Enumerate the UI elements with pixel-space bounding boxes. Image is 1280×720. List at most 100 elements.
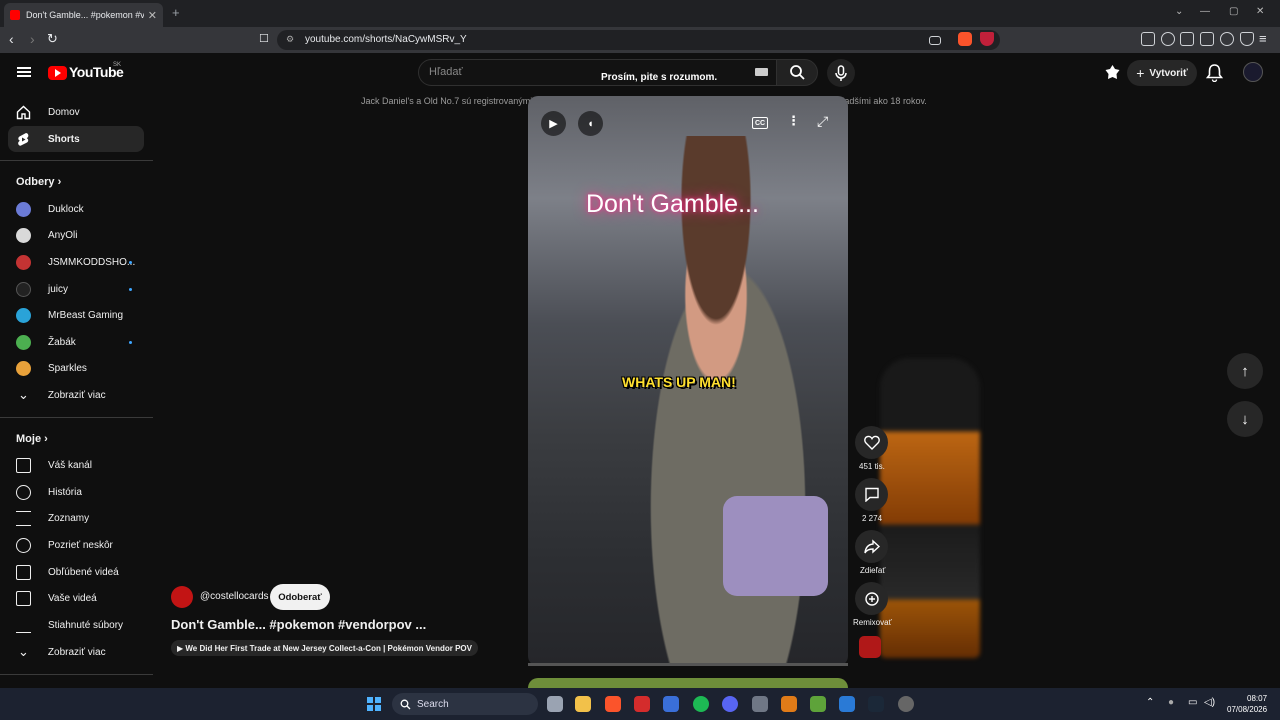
channel-avatar[interactable] (171, 586, 193, 608)
sidebar-item-label: JSMMKODDSHO... (48, 256, 136, 268)
like-button[interactable] (855, 426, 888, 459)
create-button[interactable]: + Vytvoriť (1127, 60, 1197, 86)
sidebar-item-label: Zoznamy (48, 512, 90, 524)
maximize-icon[interactable]: ▢ (1229, 6, 1238, 17)
sidebar-item-history[interactable]: História (8, 479, 144, 505)
next-short-preview[interactable] (528, 678, 848, 688)
sidebar-item-subscription[interactable]: JSMMKODDSHO... (8, 249, 144, 275)
wallet-icon[interactable] (1200, 32, 1214, 46)
region-code: SK (113, 62, 122, 68)
app-icon[interactable] (898, 696, 914, 712)
sidebar-item-subscription[interactable]: juicy (8, 276, 144, 302)
next-short-button[interactable]: ↓ (1227, 401, 1263, 437)
new-tab-icon[interactable]: + (172, 5, 180, 20)
sidebar-item-your-videos[interactable]: Vaše videá (8, 585, 144, 611)
sidebar-item-subscription[interactable]: AnyOli (8, 222, 144, 248)
forward-icon[interactable]: › (30, 31, 35, 47)
channel-handle[interactable]: @costellocards (200, 591, 269, 602)
back-icon[interactable]: ‹ (9, 31, 14, 47)
sidebar-item-subscription[interactable]: Žabák (8, 329, 144, 355)
sidebar-divider (0, 160, 153, 161)
remix-button[interactable] (855, 582, 888, 615)
app-icon[interactable] (752, 696, 768, 712)
share-button[interactable] (855, 530, 888, 563)
minimize-icon[interactable]: — (1200, 6, 1210, 17)
show-hidden-icons-icon[interactable]: ⌃ (1146, 697, 1154, 708)
sidebar-item-subscription[interactable]: Duklock (8, 196, 144, 222)
notifications-bell-icon[interactable] (1206, 63, 1223, 82)
more-options-icon[interactable]: ⋮ (787, 113, 800, 129)
leo-ai-icon[interactable] (1220, 32, 1234, 46)
app-icon[interactable] (663, 696, 679, 712)
sidebar-item-label: Zobraziť viac (47, 389, 106, 401)
reload-icon[interactable]: ↻ (47, 31, 58, 47)
search-button[interactable] (776, 59, 818, 86)
task-view-icon[interactable] (547, 696, 563, 712)
related-video-link[interactable]: ▶ We Did Her First Trade at New Jersey C… (171, 640, 478, 656)
close-window-icon[interactable]: ✕ (1256, 6, 1264, 17)
create-shorts-icon[interactable] (1104, 64, 1121, 81)
tab-search-icon[interactable]: ⌄ (1175, 6, 1183, 17)
sidebar-item-liked-videos[interactable]: Obľúbené videá (8, 559, 144, 585)
app-icon[interactable] (839, 696, 855, 712)
site-info-icon[interactable]: ⚙ (286, 34, 294, 45)
video-frame-bag (723, 496, 828, 596)
vpn-icon[interactable] (1240, 32, 1254, 46)
discord-icon[interactable] (722, 696, 738, 712)
youtube-logo-icon[interactable] (48, 66, 67, 80)
sidebar-item-shorts[interactable]: Shorts (8, 126, 144, 152)
account-avatar[interactable] (1243, 62, 1263, 82)
closed-captions-icon[interactable]: CC (752, 117, 768, 129)
sidebar-item-show-more[interactable]: ⌄ Zobraziť viac (8, 639, 144, 665)
system-clock[interactable]: 08:07 07/08/2026 (1227, 693, 1267, 715)
volume-button[interactable]: ◖ (578, 111, 603, 136)
video-progress-bar[interactable] (528, 663, 848, 666)
sidebar-icon[interactable] (1180, 32, 1194, 46)
search-input[interactable] (418, 59, 779, 86)
voice-search-button[interactable] (827, 59, 855, 87)
sidebar-item-watch-later[interactable]: Pozrieť neskôr (8, 532, 144, 558)
bookmark-icon[interactable]: ☐ (259, 32, 269, 45)
fullscreen-icon[interactable]: ⤢ (817, 113, 828, 130)
sidebar-item-home[interactable]: Domov (8, 99, 144, 125)
sidebar-item-show-more[interactable]: ⌄ Zobraziť viac (8, 382, 144, 408)
play-button[interactable]: ▶ (541, 111, 566, 136)
extensions-icon[interactable] (1141, 32, 1155, 46)
menu-icon[interactable]: ≡ (1259, 31, 1267, 46)
volume-icon[interactable]: ◁) (1204, 697, 1215, 708)
video-title-overlay: Don't Gamble... (586, 190, 759, 218)
short-title[interactable]: Don't Gamble... #pokemon #vendorpov ... (171, 617, 426, 632)
sidebar-item-your-channel[interactable]: Váš kanál (8, 452, 144, 478)
sidebar-item-playlists[interactable]: Zoznamy (8, 505, 144, 531)
hamburger-menu-icon[interactable] (17, 67, 31, 77)
file-explorer-icon[interactable] (575, 696, 591, 712)
you-heading[interactable]: Moje › (16, 433, 48, 445)
steam-icon[interactable] (868, 696, 884, 712)
sidebar-item-subscription[interactable]: MrBeast Gaming (8, 302, 144, 328)
taskbar-search[interactable]: Search (392, 693, 538, 715)
network-icon[interactable]: ▭ (1188, 697, 1197, 708)
brave-browser-icon[interactable] (605, 696, 621, 712)
subscribe-button[interactable]: Odoberať (270, 584, 330, 610)
volume-icon: ◖ (587, 117, 594, 130)
sidebar-item-downloads[interactable]: Stiahnuté súbory (8, 612, 144, 638)
subscriptions-heading[interactable]: Odbery › (16, 176, 61, 188)
microphone-icon[interactable]: ● (1168, 697, 1174, 708)
close-tab-icon[interactable]: ✕ (148, 9, 157, 22)
media-icon[interactable] (1161, 32, 1175, 46)
comments-button[interactable] (855, 478, 888, 511)
minecraft-icon[interactable] (810, 696, 826, 712)
cast-icon[interactable] (929, 36, 941, 45)
windows-start-icon[interactable] (367, 697, 381, 711)
sound-thumbnail[interactable] (859, 636, 881, 658)
previous-short-button[interactable]: ↑ (1227, 353, 1263, 389)
brave-rewards-icon[interactable] (980, 32, 994, 46)
app-icon[interactable] (781, 696, 797, 712)
browser-tab[interactable]: Don't Gamble... #pokemon #vendorpov ✕ (4, 3, 163, 27)
app-icon[interactable] (634, 696, 650, 712)
keyboard-icon[interactable] (755, 68, 768, 76)
microphone-icon (835, 65, 847, 81)
spotify-icon[interactable] (693, 696, 709, 712)
brave-shields-icon[interactable] (958, 32, 972, 46)
sidebar-item-subscription[interactable]: Sparkles (8, 355, 144, 381)
